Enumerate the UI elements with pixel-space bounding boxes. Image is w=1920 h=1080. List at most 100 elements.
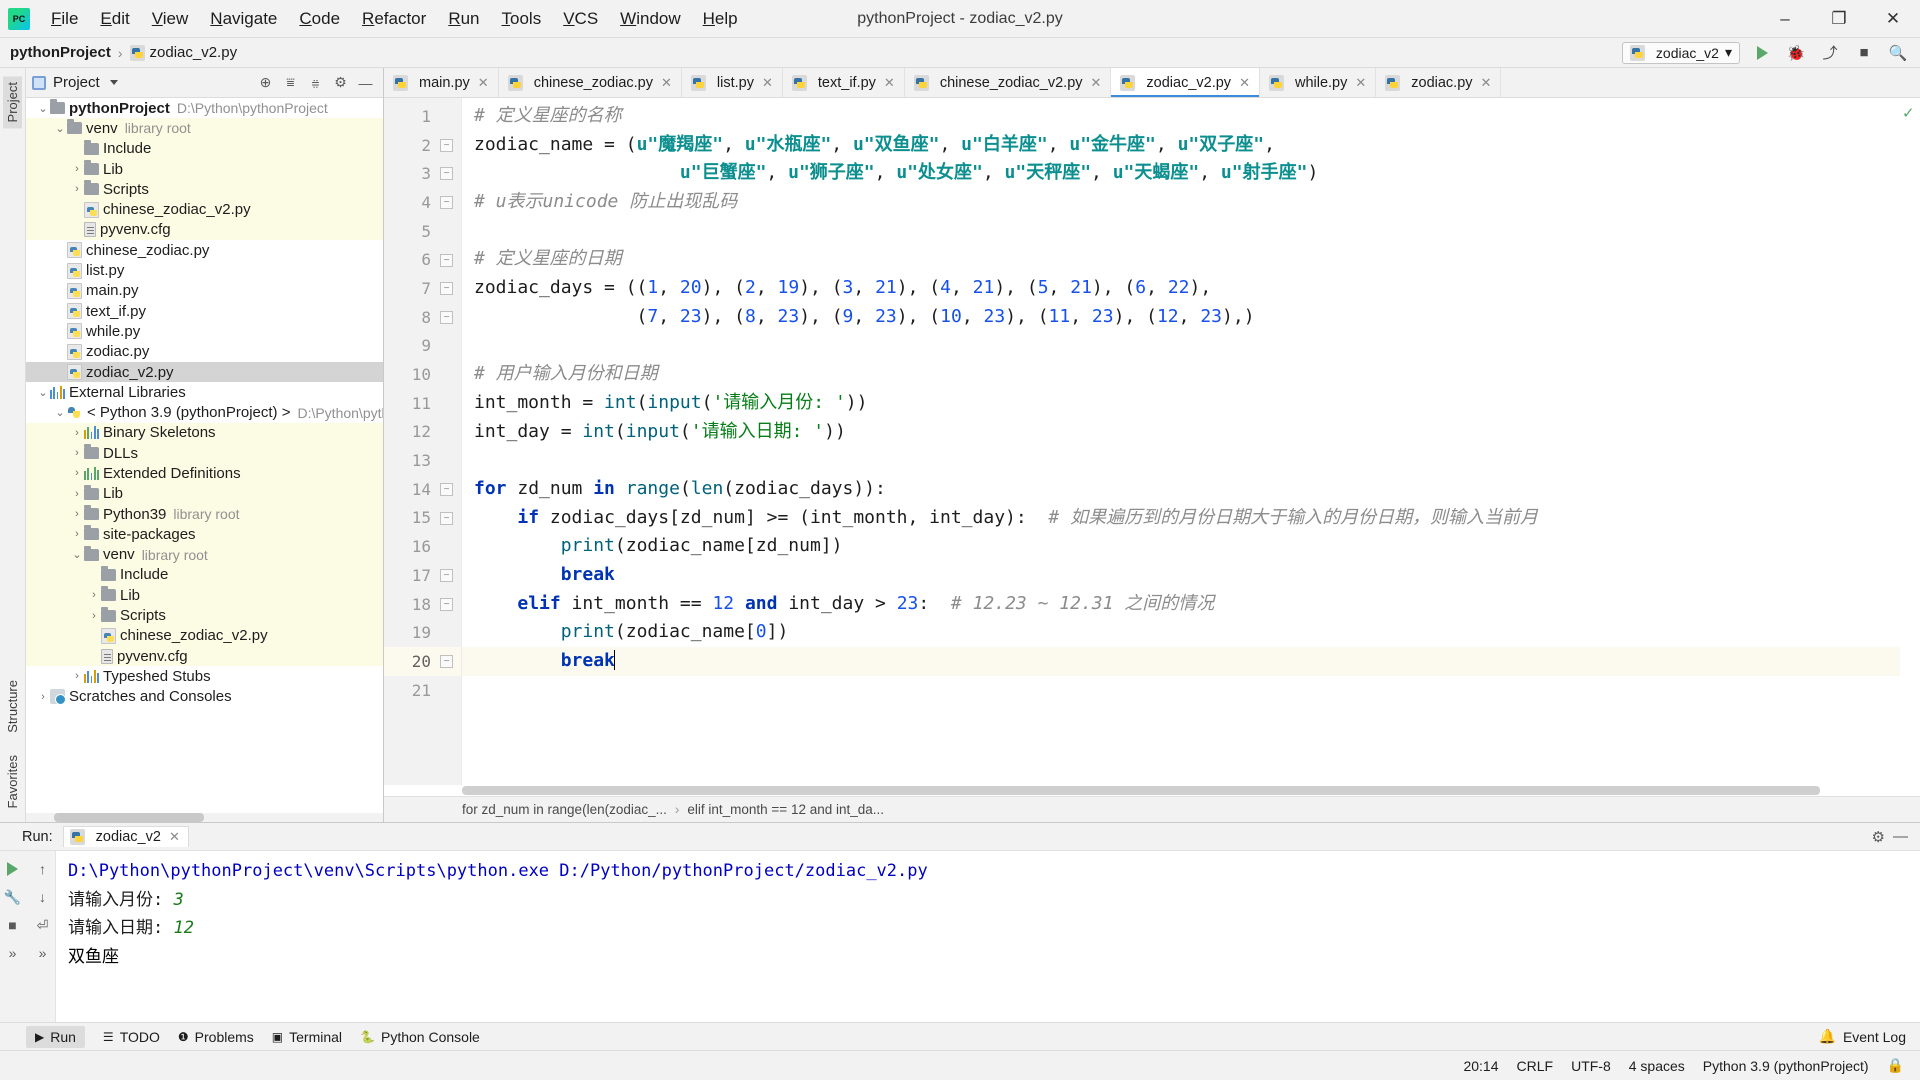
close-icon[interactable]: ✕ (169, 829, 180, 845)
chevron-right-icon[interactable]: › (87, 610, 101, 622)
code-line[interactable]: print(zodiac_name[0]) (462, 618, 1900, 647)
menu-navigate[interactable]: Navigate (199, 5, 288, 33)
close-button[interactable]: ✕ (1866, 0, 1920, 37)
chevron-right-icon[interactable]: › (70, 163, 84, 175)
line-number[interactable]: 21 (384, 676, 461, 705)
tree-node-binary-skeletons[interactable]: › Binary Skeletons (26, 423, 383, 443)
close-icon[interactable]: ✕ (661, 75, 672, 91)
editor-tab-zodiac-v2[interactable]: zodiac_v2.py ✕ (1111, 68, 1260, 97)
fold-icon[interactable]: − (440, 167, 453, 180)
search-everywhere-icon[interactable]: 🔍 (1886, 41, 1910, 65)
code-line[interactable]: # 定义星座的名称 (462, 102, 1900, 131)
editor-tab-while[interactable]: while.py ✕ (1260, 68, 1376, 97)
maximize-button[interactable]: ❐ (1812, 0, 1866, 37)
close-icon[interactable]: ✕ (884, 75, 895, 91)
close-icon[interactable]: ✕ (762, 75, 773, 91)
menu-tools[interactable]: Tools (491, 5, 553, 33)
chevron-down-icon[interactable]: ⌄ (36, 386, 50, 399)
gear-icon[interactable]: ⚙ (329, 71, 352, 94)
line-number[interactable]: 13 (384, 446, 461, 475)
tree-node-chinese-zodiac-v2-py[interactable]: · chinese_zodiac_v2.py (26, 626, 383, 646)
line-number[interactable]: 16 (384, 532, 461, 561)
tool-tab-structure[interactable]: Structure (3, 674, 22, 739)
code-line[interactable] (462, 676, 1900, 705)
hide-icon[interactable]: — (354, 71, 377, 94)
menu-run[interactable]: Run (437, 5, 490, 33)
code-line[interactable]: for zd_num in range(len(zodiac_days)): (462, 475, 1900, 504)
close-icon[interactable]: ✕ (1091, 75, 1102, 91)
chevron-right-icon[interactable]: › (70, 183, 84, 195)
tree-node-python39[interactable]: › Python39 library root (26, 504, 383, 524)
line-number[interactable]: 19 (384, 618, 461, 647)
code-line[interactable] (462, 217, 1900, 246)
editor-tab-chinese-zodiac-v2[interactable]: chinese_zodiac_v2.py ✕ (905, 68, 1112, 97)
gear-icon[interactable]: ⚙ (1872, 828, 1885, 846)
hide-icon[interactable]: — (1893, 828, 1908, 846)
tree-node-zodiac-v2-py[interactable]: · zodiac_v2.py (26, 362, 383, 382)
menu-help[interactable]: Help (692, 5, 749, 33)
chevron-right-icon[interactable]: › (70, 508, 84, 520)
tree-node-include[interactable]: · Include (26, 565, 383, 585)
breadcrumb-file[interactable]: zodiac_v2.py (130, 44, 238, 61)
chevron-down-icon[interactable]: ⌄ (53, 406, 67, 419)
chevron-right-icon[interactable]: › (70, 670, 84, 682)
line-number[interactable]: 1 (384, 102, 461, 131)
code-line[interactable]: elif int_month == 12 and int_day > 23: #… (462, 590, 1900, 619)
event-log-button[interactable]: 🔔 Event Log (1819, 1028, 1920, 1045)
editor-tab-main[interactable]: main.py ✕ (384, 68, 499, 97)
close-icon[interactable]: ✕ (1355, 75, 1366, 91)
scroll-down-icon[interactable]: ↓ (31, 885, 55, 909)
tree-node-chinese-zodiac-v2-py[interactable]: · chinese_zodiac_v2.py (26, 199, 383, 219)
chevron-right-icon[interactable]: › (87, 589, 101, 601)
tool-window-button-todo[interactable]: ☰ TODO (103, 1029, 160, 1045)
project-tree[interactable]: ⌄ pythonProject D:\Python\pythonProject ⌄ ve… (26, 98, 383, 813)
tool-window-button-run[interactable]: ▶ Run (26, 1026, 85, 1048)
fold-icon[interactable]: − (440, 254, 453, 267)
menu-edit[interactable]: Edit (89, 5, 140, 33)
scroll-up-icon[interactable]: ↑ (31, 857, 55, 881)
menu-file[interactable]: File (40, 5, 89, 33)
line-number[interactable]: 5 (384, 217, 461, 246)
rerun-icon[interactable] (1, 857, 25, 881)
editor-breadcrumb-item[interactable]: for zd_num in range(len(zodiac_... (462, 802, 667, 817)
line-separator[interactable]: CRLF (1517, 1058, 1554, 1074)
run-tab-zodiac-v2[interactable]: zodiac_v2 ✕ (63, 826, 189, 847)
tree-node-include[interactable]: · Include (26, 139, 383, 159)
tree-node-pyvenv-cfg[interactable]: · pyvenv.cfg (26, 646, 383, 666)
tree-node-chinese-zodiac-py[interactable]: · chinese_zodiac.py (26, 240, 383, 260)
close-icon[interactable]: ✕ (1481, 75, 1492, 91)
python-interpreter[interactable]: Python 3.9 (pythonProject) (1703, 1058, 1869, 1074)
soft-wrap-icon[interactable]: ⏎ (31, 913, 55, 937)
tree-node-extended-definitions[interactable]: › Extended Definitions (26, 463, 383, 483)
fold-icon[interactable]: − (440, 512, 453, 525)
code-line[interactable]: # 定义星座的日期 (462, 245, 1900, 274)
indent-setting[interactable]: 4 spaces (1629, 1058, 1685, 1074)
editor-hscrollbar[interactable] (384, 785, 1920, 796)
tree-node-pythonproject[interactable]: ⌄ pythonProject D:\Python\pythonProject (26, 98, 383, 118)
project-panel-title[interactable]: Project (32, 74, 118, 91)
fold-icon[interactable]: − (440, 282, 453, 295)
chevron-down-icon[interactable]: ⌄ (53, 122, 67, 135)
tool-tab-project[interactable]: Project (3, 76, 22, 128)
tree-node-external-libraries[interactable]: ⌄ External Libraries (26, 382, 383, 402)
tree-node-lib[interactable]: › Lib (26, 484, 383, 504)
code-line[interactable]: int_day = int(input('请输入日期: ')) (462, 418, 1900, 447)
project-tree-hscrollbar[interactable] (26, 813, 383, 822)
tree-node-main-py[interactable]: · main.py (26, 281, 383, 301)
menu-code[interactable]: Code (288, 5, 351, 33)
chevron-right-icon[interactable]: › (70, 488, 84, 500)
tree-node-scratches-and-consoles[interactable]: › Scratches and Consoles (26, 687, 383, 707)
expand-all-icon[interactable]: ⩸ (279, 71, 302, 94)
tree-node-dlls[interactable]: › DLLs (26, 443, 383, 463)
collapse-all-icon[interactable]: ⩷ (304, 71, 327, 94)
code-line[interactable]: # u表示unicode 防止出现乱码 (462, 188, 1900, 217)
code-line[interactable]: zodiac_name = (u"魔羯座", u"水瓶座", u"双鱼座", u… (462, 131, 1900, 160)
close-icon[interactable]: ✕ (1239, 75, 1250, 91)
wrench-icon[interactable]: 🔧 (1, 885, 25, 909)
tree-node-python-3-9-pythonproject[interactable]: ⌄ < Python 3.9 (pythonProject) > D:\Python… (26, 402, 383, 422)
chevron-down-icon[interactable]: ⌄ (70, 548, 84, 561)
menu-view[interactable]: View (141, 5, 200, 33)
locate-icon[interactable]: ⊕ (254, 71, 277, 94)
code-line[interactable]: if zodiac_days[zd_num] >= (int_month, in… (462, 504, 1900, 533)
fold-icon[interactable]: − (440, 139, 453, 152)
